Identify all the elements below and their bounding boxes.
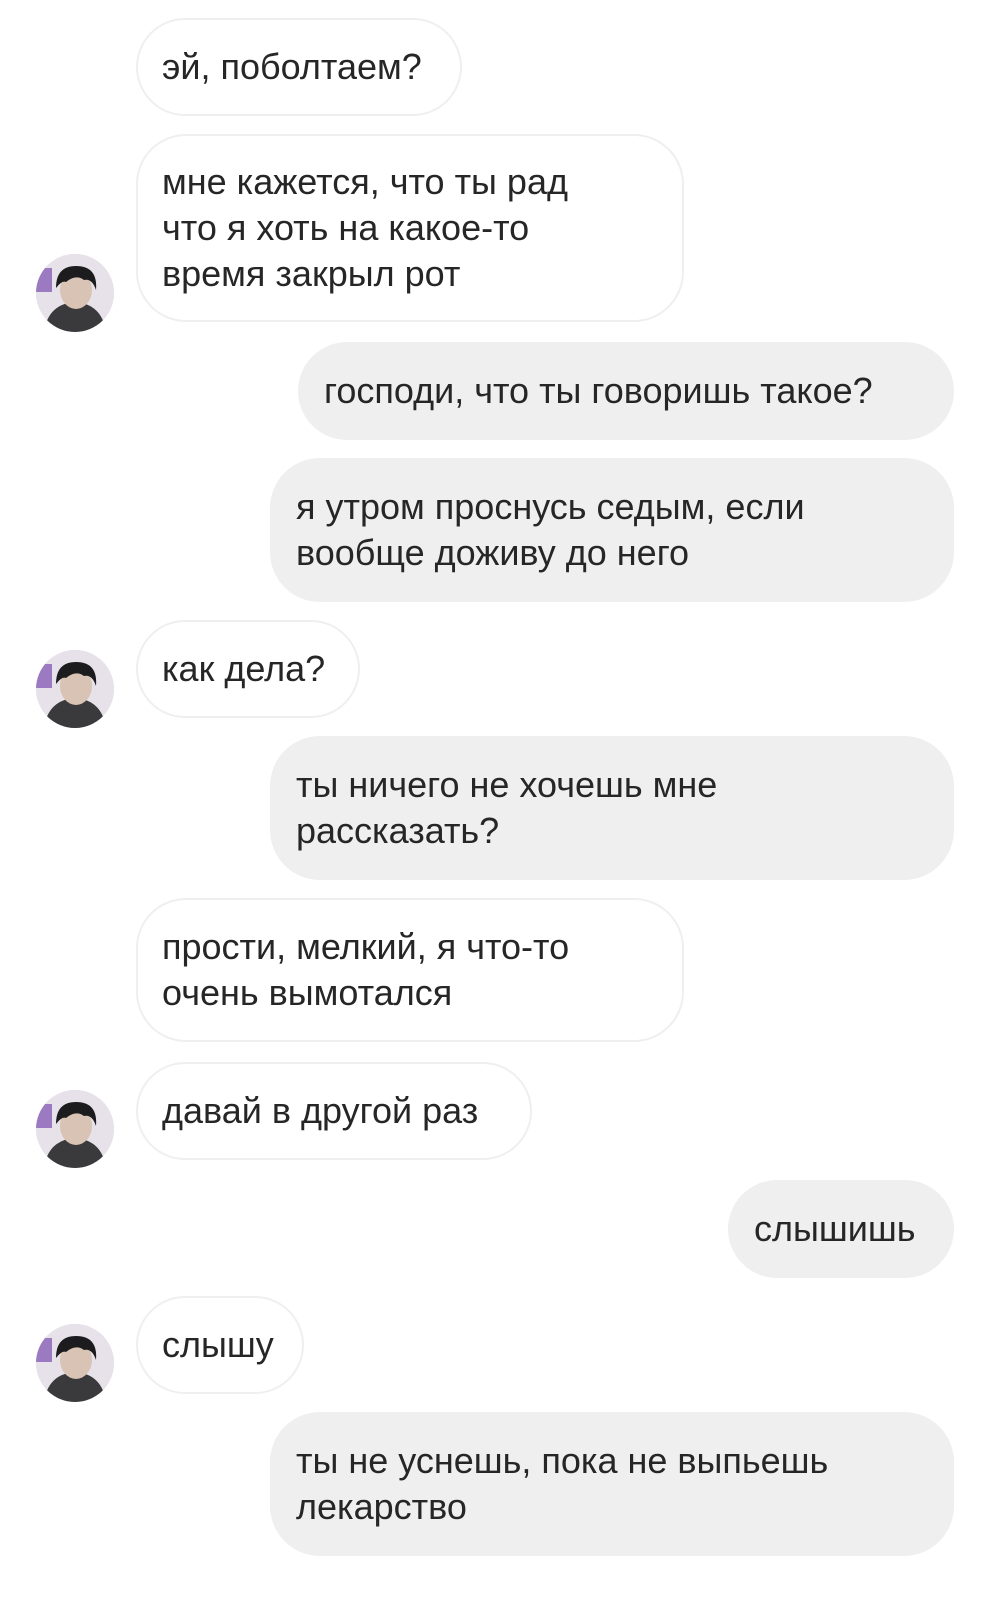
- message-thread: эй, поболтаем? мне кажется, что ты рад ч…: [0, 0, 998, 1600]
- message-bubble-incoming[interactable]: мне кажется, что ты рад что я хоть на ка…: [136, 134, 684, 322]
- profile-photo-icon: [36, 254, 114, 332]
- message-bubble-outgoing[interactable]: я утром проснусь седым, если вообще дожи…: [270, 458, 954, 602]
- message-bubble-outgoing[interactable]: слышишь: [728, 1180, 954, 1278]
- message-bubble-outgoing[interactable]: ты не уснешь, пока не выпьешь лекарство: [270, 1412, 954, 1556]
- message-text: слышишь: [754, 1208, 916, 1249]
- message-bubble-incoming[interactable]: давай в другой раз: [136, 1062, 532, 1160]
- message-text: ты ничего не хочешь мне рассказать?: [296, 764, 718, 851]
- message-bubble-outgoing[interactable]: ты ничего не хочешь мне рассказать?: [270, 736, 954, 880]
- message-text: как дела?: [162, 648, 326, 689]
- profile-photo-icon: [36, 650, 114, 728]
- message-text: давай в другой раз: [162, 1090, 479, 1131]
- message-text: прости, мелкий, я что-то очень вымотался: [162, 926, 570, 1013]
- message-text: слышу: [162, 1324, 274, 1365]
- avatar[interactable]: [36, 1090, 114, 1168]
- message-text: господи, что ты говоришь такое?: [324, 370, 873, 411]
- avatar[interactable]: [36, 254, 114, 332]
- message-bubble-incoming[interactable]: прости, мелкий, я что-то очень вымотался: [136, 898, 684, 1042]
- message-bubble-incoming[interactable]: эй, поболтаем?: [136, 18, 462, 116]
- message-text: мне кажется, что ты рад что я хоть на ка…: [162, 161, 568, 294]
- message-bubble-incoming[interactable]: слышу: [136, 1296, 304, 1394]
- message-text: я утром проснусь седым, если вообще дожи…: [296, 486, 805, 573]
- message-bubble-outgoing[interactable]: господи, что ты говоришь такое?: [298, 342, 954, 440]
- avatar[interactable]: [36, 650, 114, 728]
- message-bubble-incoming[interactable]: как дела?: [136, 620, 360, 718]
- message-text: ты не уснешь, пока не выпьешь лекарство: [296, 1440, 829, 1527]
- profile-photo-icon: [36, 1324, 114, 1402]
- profile-photo-icon: [36, 1090, 114, 1168]
- message-text: эй, поболтаем?: [162, 46, 422, 87]
- avatar[interactable]: [36, 1324, 114, 1402]
